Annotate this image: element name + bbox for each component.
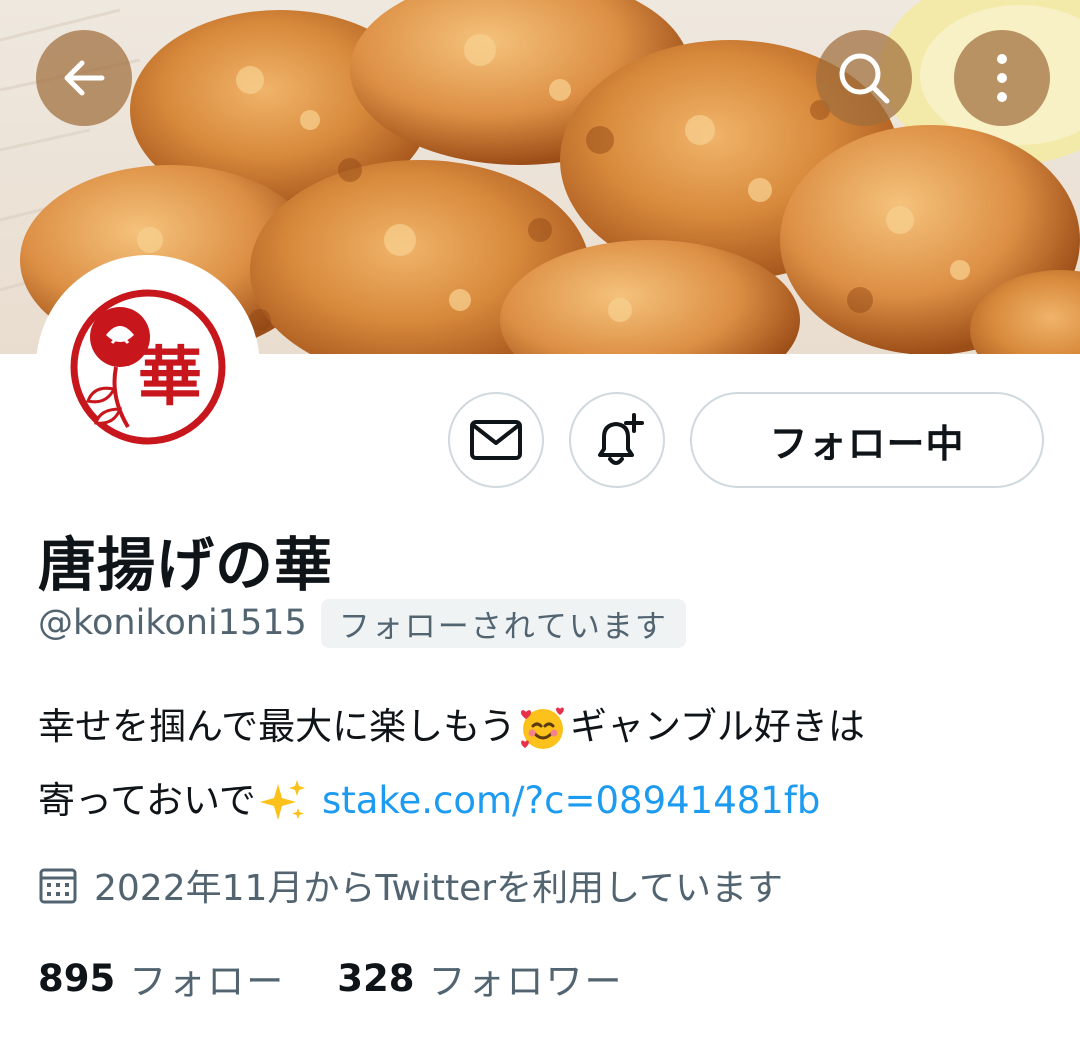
mail-icon bbox=[470, 420, 522, 460]
back-arrow-icon bbox=[64, 60, 105, 96]
following-button[interactable]: フォロー中 bbox=[690, 392, 1044, 488]
display-name: 唐揚げの華 bbox=[38, 531, 334, 599]
user-handle: @konikoni1515 bbox=[38, 603, 307, 643]
search-button[interactable] bbox=[816, 30, 912, 126]
profile-bio: 幸せを掴んで最大に楽しもう ギャンブル好きは 寄っておいで stake.com/… bbox=[38, 690, 1048, 838]
search-icon bbox=[839, 53, 890, 104]
follow-stats: 895 フォロー 328 フォロワー bbox=[38, 952, 623, 1004]
bio-text-2a: 寄っておいで bbox=[38, 779, 256, 822]
message-button[interactable] bbox=[448, 392, 544, 488]
bio-text-1a: 幸せを掴んで最大に楽しもう bbox=[38, 705, 517, 748]
join-date: 2022年11月からTwitterを利用しています bbox=[38, 858, 783, 912]
following-label: フォロー bbox=[129, 960, 286, 1003]
more-vertical-icon bbox=[997, 54, 1007, 102]
bio-line-1: 幸せを掴んで最大に楽しもう ギャンブル好きは bbox=[38, 690, 1048, 764]
bio-link[interactable]: stake.com/?c=08941481fb bbox=[322, 764, 820, 838]
more-options-button[interactable] bbox=[954, 30, 1050, 126]
svg-text:華: 華 bbox=[138, 340, 202, 415]
calendar-icon bbox=[39, 868, 77, 904]
bio-text-1b: ギャンブル好きは bbox=[570, 705, 865, 748]
handle-row: @konikoni1515 フォローされています bbox=[38, 598, 686, 648]
followers-label: フォロワー bbox=[428, 960, 624, 1003]
profile-avatar[interactable]: 華 bbox=[36, 255, 260, 479]
join-date-text: 2022年11月からTwitterを利用しています bbox=[94, 868, 784, 909]
following-count: 895 bbox=[38, 956, 116, 1000]
notifications-button[interactable] bbox=[569, 392, 665, 488]
sparkles-icon bbox=[259, 780, 305, 820]
following-stat[interactable]: 895 フォロー bbox=[38, 951, 285, 1005]
follows-you-badge: フォローされています bbox=[320, 598, 686, 648]
bell-plus-icon bbox=[598, 413, 644, 465]
smiling-face-with-hearts-icon bbox=[521, 707, 564, 749]
hana-logo-icon: 華 bbox=[70, 289, 226, 445]
followers-count: 328 bbox=[337, 956, 415, 1000]
followers-stat[interactable]: 328 フォロワー bbox=[337, 951, 623, 1005]
bio-line-2: 寄っておいで stake.com/?c=08941481fb bbox=[38, 764, 1048, 838]
back-button[interactable] bbox=[36, 30, 132, 126]
